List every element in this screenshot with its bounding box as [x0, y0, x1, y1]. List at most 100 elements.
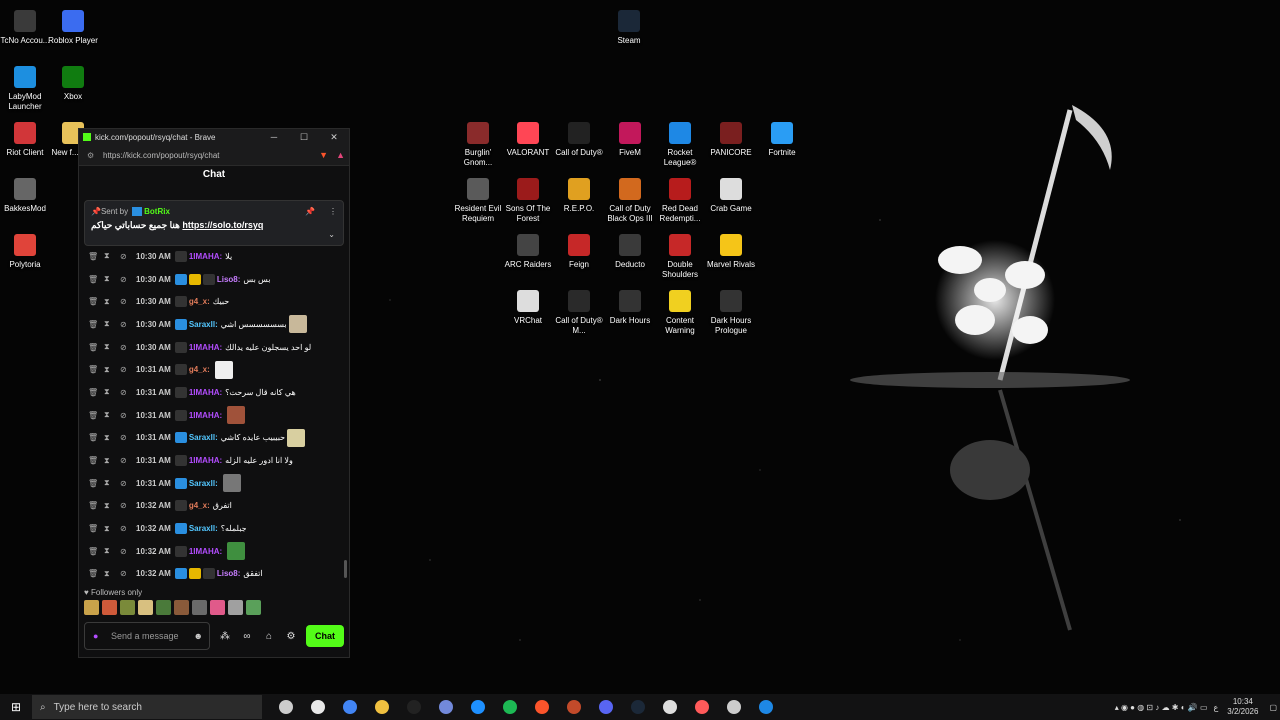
- delete-icon[interactable]: 🗑: [88, 388, 98, 397]
- desktop-icon[interactable]: Rocket League®: [652, 122, 708, 168]
- desktop-icon[interactable]: Marvel Rivals: [703, 234, 759, 270]
- quick-emote[interactable]: [210, 600, 225, 615]
- delete-icon[interactable]: 🗑: [88, 365, 98, 374]
- message-username[interactable]: 1IMAHA:: [189, 456, 222, 465]
- pinned-link[interactable]: https://solo.to/rsyq: [182, 220, 263, 230]
- message-input[interactable]: ● Send a message ☻: [84, 622, 210, 650]
- taskbar-app-button[interactable]: [434, 695, 458, 719]
- ban-icon[interactable]: ⊘: [120, 252, 130, 261]
- timeout-icon[interactable]: ⧗: [104, 319, 114, 329]
- chat-message[interactable]: 🗑 ⧗ ⊘ 10:30 AM 1IMAHA: يلا: [88, 245, 342, 268]
- message-username[interactable]: 1IMAHA:: [189, 411, 222, 420]
- taskbar-app-button[interactable]: [562, 695, 586, 719]
- timeout-icon[interactable]: ⧗: [104, 524, 114, 534]
- chevron-down-icon[interactable]: ⌄: [328, 230, 335, 239]
- chat-message[interactable]: 🗑 ⧗ ⊘ 10:30 AM g4_x: حبيك: [88, 290, 342, 313]
- ban-icon[interactable]: ⊘: [120, 433, 130, 442]
- ban-icon[interactable]: ⊘: [120, 501, 130, 510]
- ban-icon[interactable]: ⊘: [120, 343, 130, 352]
- tray-icons[interactable]: ▴ ◉ ● ◍ ⊡ ♪ ☁ ✱ ◐ 🔊 ▭: [1115, 703, 1208, 712]
- quick-emote[interactable]: [174, 600, 189, 615]
- desktop-icon[interactable]: Call of Duty Black Ops III: [602, 178, 658, 224]
- notifications-icon[interactable]: ▢: [1269, 703, 1277, 712]
- message-username[interactable]: g4_x:: [189, 501, 210, 510]
- desktop-icon[interactable]: Deducto: [602, 234, 658, 270]
- ban-icon[interactable]: ⊘: [120, 456, 130, 465]
- delete-icon[interactable]: 🗑: [88, 456, 98, 465]
- taskbar-app-button[interactable]: [626, 695, 650, 719]
- more-options-icon[interactable]: ⋮: [329, 207, 337, 216]
- desktop-icon[interactable]: Steam: [601, 10, 657, 46]
- desktop-icon[interactable]: Content Warning: [652, 290, 708, 336]
- message-username[interactable]: g4_x:: [189, 297, 210, 306]
- quick-emote[interactable]: [192, 600, 207, 615]
- desktop-icon[interactable]: FiveM: [602, 122, 658, 158]
- infinity-icon[interactable]: ∞: [240, 631, 254, 642]
- delete-icon[interactable]: 🗑: [88, 501, 98, 510]
- message-username[interactable]: Liso8:: [217, 569, 241, 578]
- delete-icon[interactable]: 🗑: [88, 252, 98, 261]
- ban-icon[interactable]: ⊘: [120, 320, 130, 329]
- desktop-icon[interactable]: Xbox: [45, 66, 101, 102]
- url-text[interactable]: https://kick.com/popout/rsyq/chat: [103, 151, 220, 160]
- quick-emote[interactable]: [246, 600, 261, 615]
- desktop-icon[interactable]: VRChat: [500, 290, 556, 326]
- delete-icon[interactable]: 🗑: [88, 547, 98, 556]
- message-username[interactable]: 1IMAHA:: [189, 388, 222, 397]
- send-chat-button[interactable]: Chat: [306, 625, 344, 647]
- desktop-icon[interactable]: Dark Hours: [602, 290, 658, 326]
- message-username[interactable]: 1IMAHA:: [189, 547, 222, 556]
- desktop-icon[interactable]: VALORANT: [500, 122, 556, 158]
- ban-icon[interactable]: ⊘: [120, 524, 130, 533]
- quick-emote[interactable]: [84, 600, 99, 615]
- message-username[interactable]: g4_x:: [189, 365, 210, 374]
- message-username[interactable]: Saraxll:: [189, 479, 218, 488]
- chat-message[interactable]: 🗑 ⧗ ⊘ 10:31 AM 1IMAHA: هي كانه قال سرحت؟: [88, 381, 342, 404]
- taskbar-app-button[interactable]: [370, 695, 394, 719]
- delete-icon[interactable]: 🗑: [88, 569, 98, 578]
- taskbar-app-button[interactable]: [498, 695, 522, 719]
- clock[interactable]: 10:34 3/2/2026: [1227, 697, 1258, 717]
- desktop-icon[interactable]: Sons Of The Forest: [500, 178, 556, 224]
- taskbar-app-button[interactable]: [594, 695, 618, 719]
- brave-shields-icon[interactable]: ▼: [319, 150, 328, 160]
- timeout-icon[interactable]: ⧗: [104, 410, 114, 420]
- quick-emote[interactable]: [138, 600, 153, 615]
- timeout-icon[interactable]: ⧗: [104, 342, 114, 352]
- delete-icon[interactable]: 🗑: [88, 411, 98, 420]
- delete-icon[interactable]: 🗑: [88, 275, 98, 284]
- desktop-icon[interactable]: BakkesMod: [0, 178, 53, 214]
- desktop-icon[interactable]: Call of Duty®: [551, 122, 607, 158]
- delete-icon[interactable]: 🗑: [88, 433, 98, 442]
- delete-icon[interactable]: 🗑: [88, 320, 98, 329]
- desktop-icon[interactable]: Feign: [551, 234, 607, 270]
- taskbar-app-button[interactable]: [530, 695, 554, 719]
- desktop-icon[interactable]: R.E.P.O.: [551, 178, 607, 214]
- ban-icon[interactable]: ⊘: [120, 275, 130, 284]
- timeout-icon[interactable]: ⧗: [104, 433, 114, 443]
- chat-message[interactable]: 🗑 ⧗ ⊘ 10:31 AM 1IMAHA: ولا انا ادور عليه الزل…: [88, 449, 342, 472]
- windows-start-icon[interactable]: ⊞: [0, 700, 32, 714]
- desktop-icon[interactable]: PANICORE: [703, 122, 759, 158]
- language-indicator[interactable]: ع: [1214, 703, 1219, 712]
- ban-icon[interactable]: ⊘: [120, 411, 130, 420]
- title-bar[interactable]: kick.com/popout/rsyq/chat - Brave ─ ☐ ✕: [79, 129, 349, 145]
- desktop-icon[interactable]: Roblox Player: [45, 10, 101, 46]
- delete-icon[interactable]: 🗑: [88, 343, 98, 352]
- taskbar-app-button[interactable]: [722, 695, 746, 719]
- taskbar-app-button[interactable]: [338, 695, 362, 719]
- desktop-icon[interactable]: Fortnite: [754, 122, 810, 158]
- desktop-icon[interactable]: Red Dead Redempti...: [652, 178, 708, 224]
- ban-icon[interactable]: ⊘: [120, 388, 130, 397]
- quick-emote[interactable]: [102, 600, 117, 615]
- minimize-button[interactable]: ─: [259, 132, 289, 143]
- ban-icon[interactable]: ⊘: [120, 365, 130, 374]
- chat-message[interactable]: 🗑 ⧗ ⊘ 10:31 AM 1IMAHA:: [88, 404, 342, 427]
- chat-message[interactable]: 🗑 ⧗ ⊘ 10:31 AM Saraxll:: [88, 472, 342, 495]
- desktop-icon[interactable]: Dark Hours Prologue: [703, 290, 759, 336]
- chat-message[interactable]: 🗑 ⧗ ⊘ 10:30 AM Saraxll: بسسسسسس اشي: [88, 313, 342, 336]
- message-username[interactable]: Saraxll:: [189, 320, 218, 329]
- taskbar-app-button[interactable]: [754, 695, 778, 719]
- delete-icon[interactable]: 🗑: [88, 297, 98, 306]
- chat-message[interactable]: 🗑 ⧗ ⊘ 10:31 AM g4_x:: [88, 358, 342, 381]
